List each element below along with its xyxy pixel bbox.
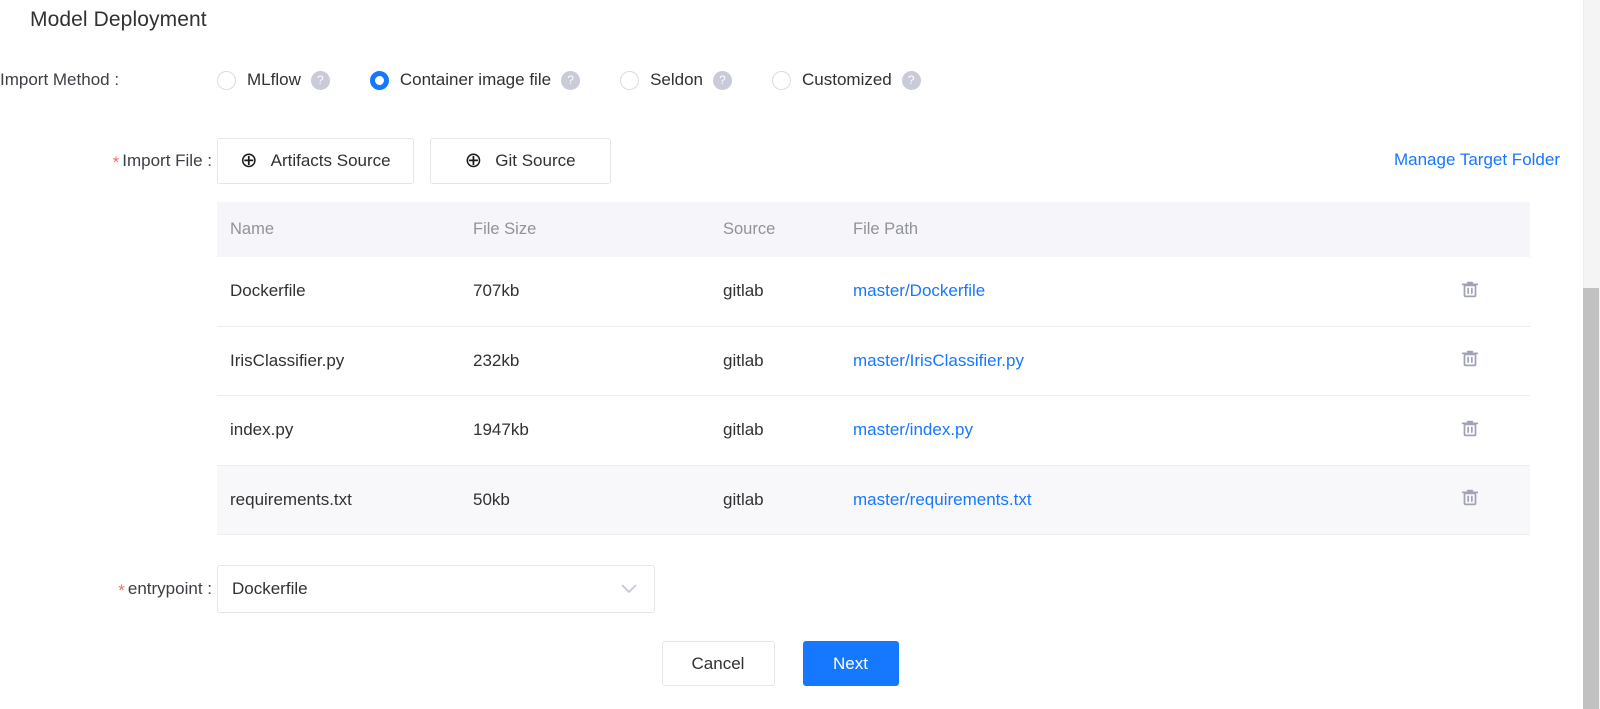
import-file-label-cell: * Import File :	[0, 151, 217, 172]
git-source-label: Git Source	[495, 151, 576, 170]
trash-icon[interactable]	[1459, 278, 1481, 305]
vertical-scrollbar-track[interactable]	[1583, 0, 1600, 709]
trash-icon[interactable]	[1459, 417, 1481, 444]
column-header-file-size: File Size	[473, 220, 537, 238]
column-header-source: Source	[723, 220, 776, 238]
entrypoint-label-cell: * entrypoint :	[0, 579, 217, 600]
entrypoint-selected-value: Dockerfile	[232, 579, 308, 598]
question-mark-icon[interactable]: ?	[561, 70, 581, 90]
question-mark-icon[interactable]: ?	[310, 70, 330, 90]
cell-file-path: master/index.py	[853, 420, 1410, 440]
radio-seldon[interactable]: Seldon ?	[620, 70, 732, 90]
manage-target-folder-link[interactable]: Manage Target Folder	[1394, 150, 1560, 170]
file-path-link[interactable]: master/requirements.txt	[853, 490, 1032, 509]
radio-dot-icon	[772, 70, 791, 90]
column-header-file-path: File Path	[853, 220, 919, 238]
import-file-label: Import File :	[122, 151, 212, 170]
plus-circle-icon: ⊕	[464, 148, 483, 172]
chevron-down-icon	[621, 582, 637, 597]
artifacts-source-button[interactable]: ⊕ Artifacts Source	[217, 138, 414, 184]
required-asterisk: *	[112, 153, 120, 172]
cell-name: IrisClassifier.py	[230, 350, 345, 370]
file-path-link[interactable]: master/IrisClassifier.py	[853, 351, 1024, 370]
radio-dot-icon	[217, 70, 236, 90]
file-path-link[interactable]: master/Dockerfile	[853, 281, 985, 300]
import-method-label-cell: Import Method :	[0, 70, 217, 90]
cell-actions	[1410, 486, 1530, 513]
table-row: IrisClassifier.py 232kb gitlab master/Ir…	[217, 326, 1530, 396]
radio-dot-icon	[369, 70, 389, 90]
cancel-button[interactable]: Cancel	[661, 641, 775, 686]
required-asterisk: *	[118, 581, 125, 600]
cell-name: Dockerfile	[230, 281, 306, 301]
import-method-label: Import Method :	[0, 70, 120, 89]
cell-name: requirements.txt	[230, 489, 352, 509]
cell-file-size: 50kb	[473, 489, 510, 509]
radio-customized[interactable]: Customized ?	[772, 70, 921, 90]
model-deployment-page: Model Deployment Import Method : MLflow …	[0, 0, 1600, 709]
vertical-scrollbar-thumb[interactable]	[1583, 288, 1599, 709]
import-method-radio-group: MLflow ? Container image file ? Seldon ?…	[217, 70, 961, 90]
radio-seldon-label: Seldon	[650, 70, 703, 89]
table-row: Dockerfile 707kb gitlab master/Dockerfil…	[217, 257, 1530, 327]
cell-actions	[1410, 347, 1530, 374]
cell-actions	[1410, 417, 1530, 444]
import-file-row: * Import File : ⊕ Artifacts Source ⊕ Git…	[0, 138, 1560, 184]
question-mark-icon[interactable]: ?	[901, 70, 921, 90]
file-table: Name File Size Source File Path Dockerfi…	[217, 202, 1530, 535]
cell-file-size: 707kb	[473, 281, 520, 301]
git-source-button[interactable]: ⊕ Git Source	[429, 138, 611, 184]
question-mark-icon[interactable]: ?	[713, 70, 732, 90]
radio-customized-label: Customized	[802, 70, 892, 89]
table-row: index.py 1947kb gitlab master/index.py	[217, 396, 1530, 466]
page-title: Model Deployment	[30, 8, 207, 31]
entrypoint-label: entrypoint :	[127, 579, 212, 598]
cell-source: gitlab	[723, 489, 764, 509]
radio-container-image-file[interactable]: Container image file ?	[369, 70, 581, 90]
import-method-row: Import Method : MLflow ? Container image…	[0, 70, 1560, 90]
radio-dot-icon	[620, 70, 640, 90]
radio-container-image-file-label: Container image file	[399, 70, 552, 89]
cell-file-size: 232kb	[473, 350, 520, 370]
file-path-link[interactable]: master/index.py	[853, 420, 973, 439]
trash-icon[interactable]	[1459, 347, 1481, 374]
cell-name: index.py	[230, 420, 294, 440]
entrypoint-select[interactable]: Dockerfile	[217, 565, 655, 613]
cell-source: gitlab	[723, 420, 764, 440]
cell-file-path: master/IrisClassifier.py	[853, 351, 1410, 371]
column-header-name: Name	[230, 220, 275, 238]
cell-source: gitlab	[723, 281, 764, 301]
plus-circle-icon: ⊕	[240, 148, 258, 172]
table-row: requirements.txt 50kb gitlab master/requ…	[217, 465, 1530, 535]
form-footer: Cancel Next	[0, 641, 1560, 686]
cell-file-path: master/requirements.txt	[853, 490, 1410, 510]
radio-mlflow[interactable]: MLflow ?	[217, 70, 330, 90]
trash-icon[interactable]	[1459, 486, 1481, 513]
radio-mlflow-label: MLflow	[247, 70, 301, 89]
table-header-row: Name File Size Source File Path	[217, 202, 1530, 257]
cell-file-size: 1947kb	[473, 420, 529, 440]
next-button[interactable]: Next	[802, 641, 899, 686]
cell-source: gitlab	[723, 350, 764, 370]
entrypoint-row: * entrypoint : Dockerfile	[0, 565, 1560, 613]
artifacts-source-label: Artifacts Source	[270, 151, 391, 170]
cell-file-path: master/Dockerfile	[853, 281, 1410, 301]
cell-actions	[1410, 278, 1530, 305]
